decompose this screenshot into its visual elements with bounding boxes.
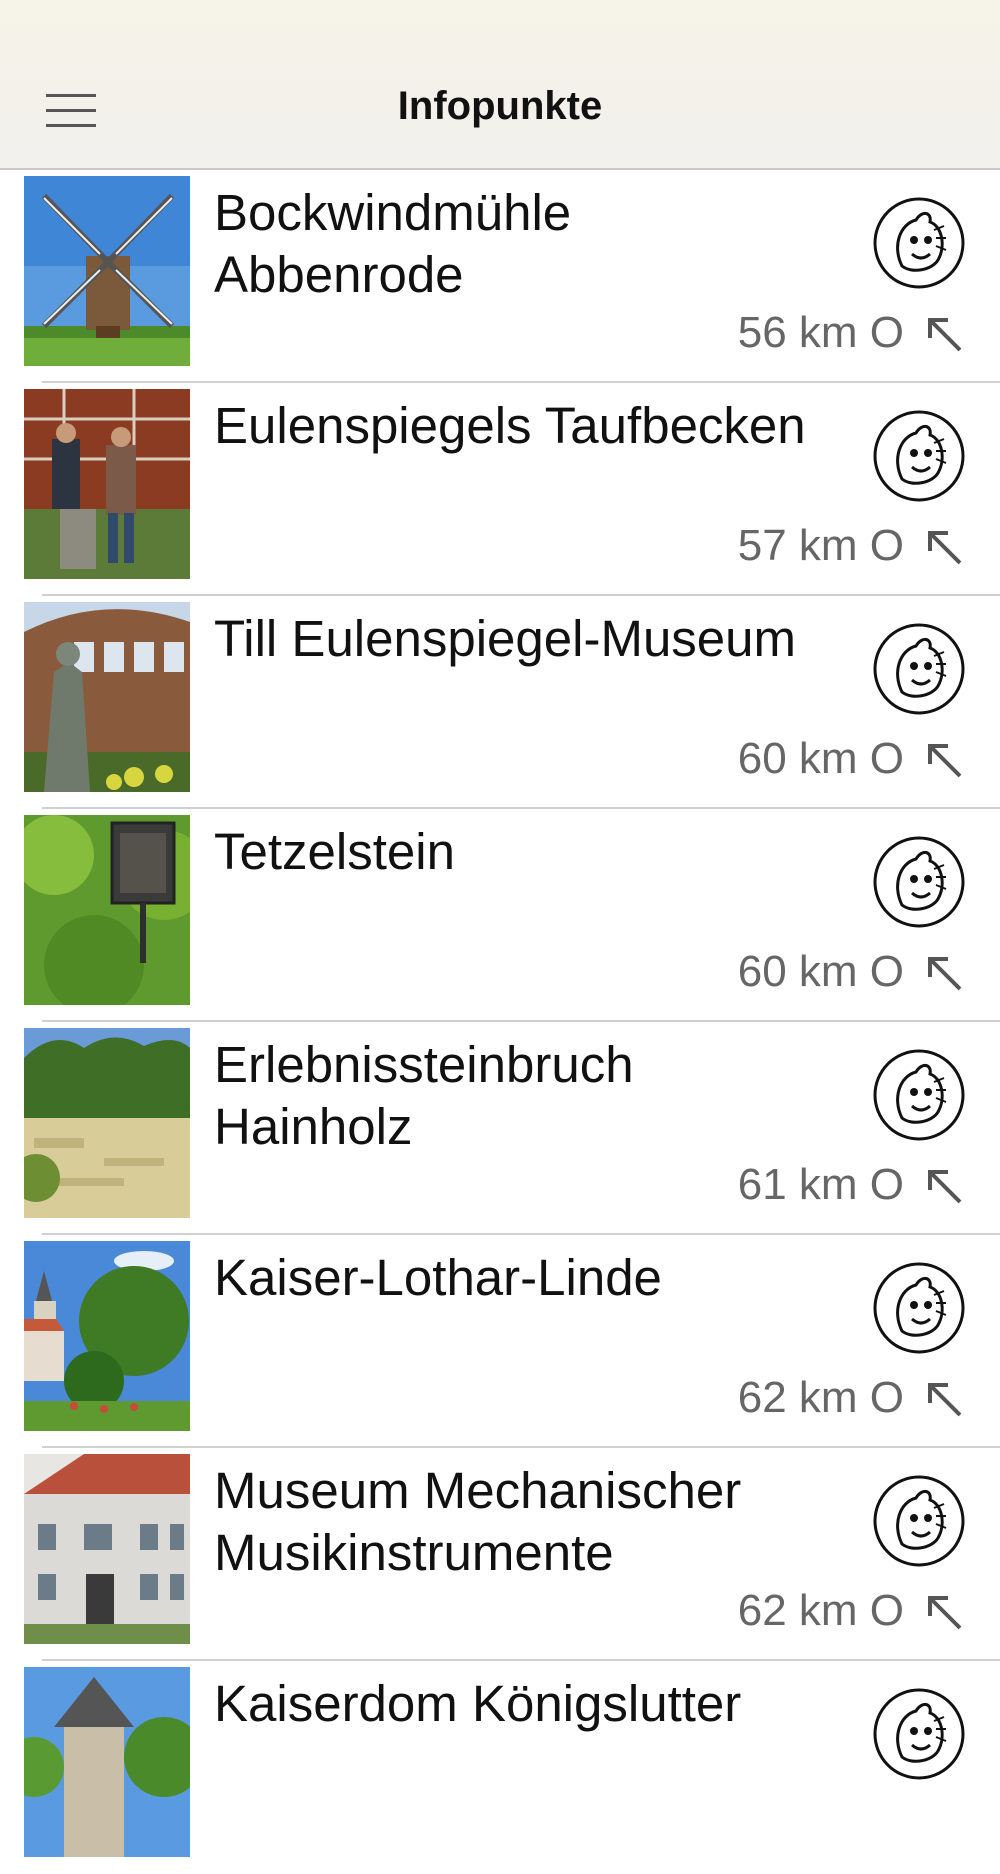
item-title: Till Eulenspiegel-Museum — [214, 610, 797, 667]
item-title: Bockwindmühle Abbenrode — [214, 184, 572, 303]
museum-photo — [24, 602, 190, 792]
eulenspiegel-mascot-icon[interactable] — [872, 196, 966, 290]
northwest-arrow-icon — [928, 318, 962, 352]
distance-label: 57 km O — [737, 521, 904, 570]
list-item[interactable]: Kaiserdom Königslutter — [0, 1661, 1000, 1874]
eulenspiegel-mascot-icon[interactable] — [872, 409, 966, 503]
eulenspiegel-mascot-icon[interactable] — [872, 1048, 966, 1142]
linde-photo — [24, 1241, 190, 1431]
distance-label: 62 km O — [737, 1586, 904, 1635]
page-title: Infopunkte — [397, 84, 603, 128]
item-title: Eulenspiegels Taufbecken — [214, 397, 806, 454]
northwest-arrow-icon — [928, 744, 962, 778]
northwest-arrow-icon — [928, 1596, 962, 1630]
eulenspiegel-mascot-icon[interactable] — [872, 622, 966, 716]
musikinstrumente-photo — [24, 1454, 190, 1644]
list-item[interactable]: Kaiser-Lothar-Linde 62 km O — [0, 1235, 1000, 1448]
distance-label: 56 km O — [737, 308, 904, 357]
list-item[interactable]: Eulenspiegels Taufbecken 57 km O — [0, 383, 1000, 596]
northwest-arrow-icon — [928, 531, 962, 565]
quarry-photo — [24, 1028, 190, 1218]
list-item[interactable]: Erlebnissteinbruch Hainholz 61 km O — [0, 1022, 1000, 1235]
northwest-arrow-icon — [928, 957, 962, 991]
northwest-arrow-icon — [928, 1383, 962, 1417]
eulenspiegel-mascot-icon[interactable] — [872, 1261, 966, 1355]
info-point-list: Bockwindmühle Abbenrode 56 km O Eulenspi… — [0, 170, 1000, 1874]
tetzelstein-photo — [24, 815, 190, 1005]
eulenspiegel-mascot-icon[interactable] — [872, 1474, 966, 1568]
eulenspiegel-mascot-icon[interactable] — [872, 835, 966, 929]
eulenspiegel-mascot-icon[interactable] — [872, 1687, 966, 1781]
distance-label: 62 km O — [737, 1373, 904, 1422]
windmill-photo — [24, 176, 190, 366]
item-title: Museum Mechanischer Musikinstrumente — [214, 1462, 742, 1581]
app-header: Infopunkte — [0, 0, 1000, 170]
taufbecken-photo — [24, 389, 190, 579]
list-item[interactable]: Museum Mechanischer Musikinstrumente 62 … — [0, 1448, 1000, 1661]
list-item[interactable]: Bockwindmühle Abbenrode 56 km O — [0, 170, 1000, 383]
item-title: Kaiserdom Königslutter — [214, 1675, 742, 1732]
distance-label: 61 km O — [737, 1160, 904, 1209]
item-title: Erlebnissteinbruch Hainholz — [214, 1036, 634, 1155]
northwest-arrow-icon — [928, 1170, 962, 1204]
item-title: Tetzelstein — [214, 823, 455, 880]
list-item[interactable]: Tetzelstein 60 km O — [0, 809, 1000, 1022]
distance-label: 60 km O — [737, 734, 904, 783]
distance-label: 60 km O — [737, 947, 904, 996]
item-title: Kaiser-Lothar-Linde — [214, 1249, 662, 1306]
list-item[interactable]: Till Eulenspiegel-Museum 60 km O — [0, 596, 1000, 809]
kaiserdom-photo — [24, 1667, 190, 1857]
